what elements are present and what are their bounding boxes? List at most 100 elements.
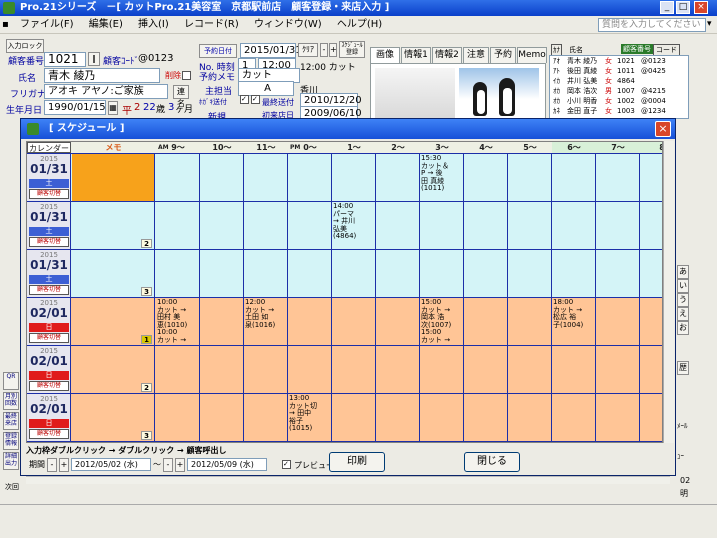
time-slot[interactable] — [200, 346, 244, 393]
time-slot[interactable] — [552, 250, 596, 297]
time-slot[interactable] — [200, 250, 244, 297]
help-dropdown-icon[interactable]: ▾ — [707, 19, 712, 29]
kana-field[interactable]: アオキ アヤノ:ご家族 — [44, 84, 168, 99]
kana-e-button[interactable]: え — [677, 307, 689, 321]
maximize-button[interactable]: □ — [676, 1, 690, 14]
menu-file[interactable]: ファイル(F) — [14, 16, 80, 34]
pause-button[interactable]: ‖ — [88, 52, 100, 66]
time-slot[interactable] — [640, 346, 662, 393]
schedule-vertical-scrollbar[interactable] — [663, 141, 674, 443]
time-slot[interactable] — [376, 394, 420, 441]
time-slot[interactable] — [640, 394, 662, 441]
time-slot[interactable] — [552, 346, 596, 393]
time-slot[interactable] — [244, 250, 288, 297]
time-slot[interactable] — [464, 250, 508, 297]
memo-cell[interactable] — [72, 154, 155, 201]
time-slot[interactable] — [244, 202, 288, 249]
memo-cell[interactable]: 1 — [72, 298, 155, 345]
customer-switch-button[interactable]: 顧客切替 — [29, 285, 69, 295]
no-col-header[interactable]: 顧客番号 — [621, 44, 653, 54]
date-cell[interactable]: 2015 01/31 土顧客切替 — [27, 250, 71, 297]
customer-switch-button[interactable]: 顧客切替 — [29, 237, 69, 247]
menu-edit[interactable]: 編集(E) — [83, 16, 129, 34]
date-cell[interactable]: 2015 01/31 土顧客切替 — [27, 154, 71, 201]
customer-switch-button[interactable]: 顧客切替 — [29, 333, 69, 343]
memo-cell[interactable]: 3 — [72, 250, 155, 297]
schedule-register-button[interactable]: ｽｹｼﾞｭｰﾙ 登録 — [339, 41, 365, 58]
clear-button[interactable]: ｸﾘｱ — [298, 43, 318, 57]
time-slot[interactable] — [640, 250, 662, 297]
schedule-horizontal-scrollbar[interactable] — [26, 476, 670, 484]
time-slot[interactable] — [508, 202, 552, 249]
dialog-close-button[interactable]: × — [655, 121, 671, 137]
time-slot[interactable] — [288, 202, 332, 249]
customer-switch-button[interactable]: 顧客切替 — [29, 189, 69, 199]
customer-switch-button[interactable]: 顧客切替 — [29, 381, 69, 391]
appointment-entry[interactable]: 15:00 カット → 岡本 浩次(1007) 15:00 カット → — [421, 298, 451, 344]
time-slot[interactable] — [376, 154, 420, 201]
appointment-entry[interactable]: 13:00 カット切 → 田中 裕子 (1015) — [289, 394, 317, 433]
period-to-plus[interactable]: + — [175, 458, 185, 472]
dm-checkbox-1[interactable]: ✓ — [240, 95, 249, 104]
customer-list-item[interactable]: ｲｶ 井川 弘美女 4864 — [553, 77, 687, 86]
link-button[interactable]: 連名 — [173, 85, 189, 108]
time-slot[interactable] — [288, 250, 332, 297]
visit-date-field[interactable]: 2015/01/31 — [240, 43, 302, 58]
menu-record[interactable]: レコード(R) — [178, 16, 245, 34]
time-slot[interactable] — [640, 298, 662, 345]
time-slot[interactable] — [552, 154, 596, 201]
customer-no-field[interactable]: 1021 — [44, 52, 86, 67]
time-slot[interactable] — [200, 202, 244, 249]
customer-list-item[interactable]: ｱｵ 青木 綾乃女 1021 @0123 — [553, 57, 687, 66]
birth-field[interactable]: 1990/01/15 — [44, 100, 106, 115]
time-slot[interactable] — [332, 250, 376, 297]
time-slot[interactable] — [156, 394, 200, 441]
time-slot[interactable] — [464, 298, 508, 345]
appointment-entry[interactable]: 18:00 カット → 松広 裕子(1004) — [553, 298, 583, 329]
menu-window[interactable]: ウィンドウ(W) — [248, 16, 328, 34]
time-slot[interactable] — [640, 202, 662, 249]
date-cell[interactable]: 2015 01/31 土顧客切替 — [27, 202, 71, 249]
tab-memo[interactable]: Memo — [517, 47, 547, 63]
time-slot[interactable] — [332, 346, 376, 393]
time-slot[interactable] — [288, 346, 332, 393]
dm-checkbox-2[interactable]: ✓ — [251, 95, 260, 104]
date-cell[interactable]: 2015 02/01 日顧客切替 — [27, 346, 71, 393]
schedule-grid[interactable]: カレンダー メモ 9～10～11～0～1～2～3～4～5～6～7～8AMPM 2… — [26, 141, 663, 443]
appointment-entry[interactable]: 12:00 カット → 土田 如泉(1016) — [245, 298, 275, 329]
tab-image[interactable]: 画像 — [370, 47, 400, 63]
time-slot[interactable] — [200, 154, 244, 201]
time-slot[interactable] — [508, 394, 552, 441]
menu-icon[interactable]: ▪ — [0, 16, 11, 34]
time-slot[interactable] — [464, 202, 508, 249]
preview-checkbox[interactable]: ✓ — [282, 460, 291, 469]
time-slot[interactable] — [332, 154, 376, 201]
kana-a-button[interactable]: あ — [677, 265, 689, 279]
help-search-input[interactable]: 質問を入力してください — [598, 18, 706, 32]
time-slot[interactable] — [508, 154, 552, 201]
time-slot[interactable] — [244, 346, 288, 393]
period-from-minus[interactable]: - — [47, 458, 57, 472]
time-slot[interactable] — [376, 346, 420, 393]
customer-list-item[interactable]: ｵｶ 岡本 浩次男 1007 @4215 — [553, 87, 687, 96]
qr-button[interactable]: QR — [3, 372, 19, 390]
customer-list-item[interactable]: ｶﾈ 金田 直子女 1003 @1234 — [553, 107, 687, 116]
date-cell[interactable]: 2015 02/01 日顧客切替 — [27, 298, 71, 345]
menu-insert[interactable]: 挿入(I) — [132, 16, 175, 34]
tab-reserve[interactable]: 予約 — [490, 47, 516, 63]
customer-list-item[interactable]: ｱﾄ 後田 真綾女 1011 @0425 — [553, 67, 687, 76]
appointment-entry[interactable]: 15:30 カット＆ P → 後田 真綾 (1011) — [421, 154, 449, 193]
monthly-count-button[interactable]: 月別 回数 — [3, 392, 19, 410]
time-slot[interactable] — [420, 394, 464, 441]
delete-checkbox[interactable] — [182, 71, 191, 80]
time-slot[interactable] — [376, 250, 420, 297]
close-button[interactable]: × — [694, 1, 708, 14]
menu-help[interactable]: ヘルプ(H) — [331, 16, 388, 34]
time-slot[interactable] — [640, 154, 662, 201]
memo-cell[interactable]: 2 — [72, 346, 155, 393]
time-slot[interactable] — [332, 298, 376, 345]
time-slot[interactable] — [552, 202, 596, 249]
history-button[interactable]: 歴 — [677, 361, 689, 375]
time-slot[interactable] — [244, 154, 288, 201]
staff-rank-field[interactable]: A — [238, 81, 294, 96]
